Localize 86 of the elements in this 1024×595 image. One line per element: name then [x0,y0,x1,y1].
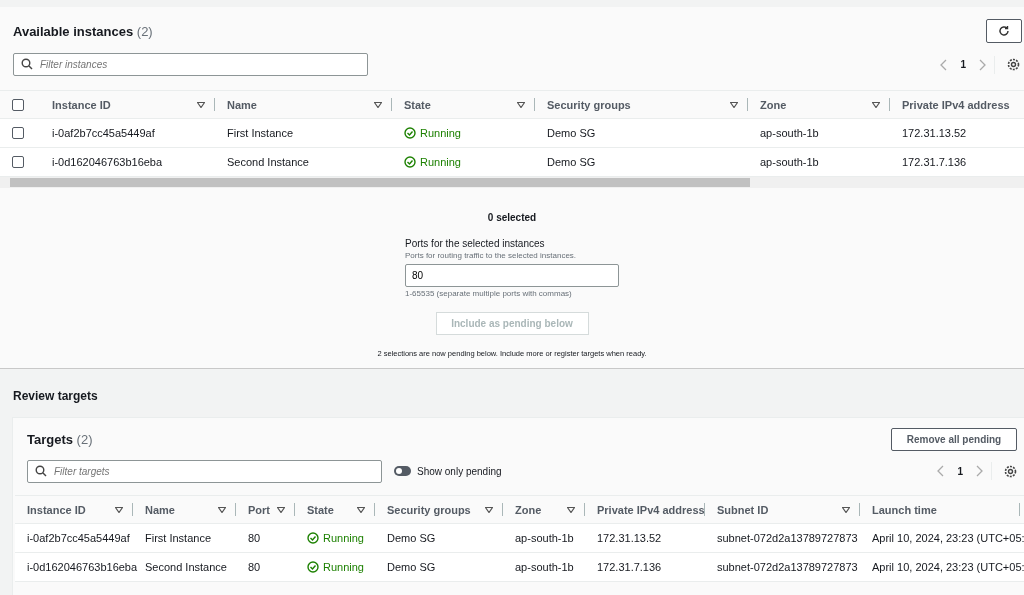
table-cell: subnet-072d2a13789727873 [717,532,858,544]
check-circle-icon [404,127,416,139]
table-cell: 80 [248,532,261,544]
table-cell: Second Instance [227,156,309,168]
table-cell: Demo SG [547,127,596,139]
table-cell: First Instance [145,532,212,544]
select-all-checkbox[interactable] [12,98,24,111]
table-cell: Demo SG [387,532,436,544]
column-header[interactable]: Name [215,91,392,118]
table-cell: 172.31.13.52 [597,532,662,544]
check-circle-icon [307,532,319,544]
table-cell: ap-south-1b [760,156,819,168]
card-title: Targets (2) [27,432,93,447]
sort-icon[interactable] [485,506,493,513]
search-icon [35,464,47,477]
column-header[interactable]: Security groups [375,496,503,523]
column-header[interactable]: State [295,496,375,523]
section-title: Available instances (2) [13,23,153,39]
check-circle-icon [307,561,319,573]
sort-icon[interactable] [197,101,205,108]
status-text: Running [420,127,461,139]
remove-all-pending-button[interactable]: Remove all pending [891,428,1017,451]
row-checkbox[interactable] [12,156,24,168]
table-cell: ap-south-1b [515,561,574,573]
sort-icon[interactable] [277,506,285,513]
table-cell: 172.31.7.136 [902,156,967,168]
toggle-switch[interactable] [394,466,411,476]
selected-count: 0 selected [487,212,537,223]
table-cell: i-0d162046763b16eba [52,156,163,168]
section-title: Review targets [13,389,99,403]
sort-icon[interactable] [872,101,880,108]
toggle-label: Show only pending [417,465,502,477]
table-cell: 172.31.13.52 [902,127,967,139]
sort-icon[interactable] [374,101,382,108]
column-header[interactable]: State [392,91,535,118]
column-header[interactable]: Private IPv4 address [890,91,1024,118]
search-field[interactable]: Filter targets [27,459,382,483]
field-constraint: 1-65535 (separate multiple ports with commas) [405,289,573,298]
table-cell: i-0d162046763b16eba [27,561,138,573]
table-cell: Demo SG [387,561,436,573]
table-cell: subnet-072d2a13789727873 [717,561,858,573]
table-cell: 80 [248,561,261,573]
horizontal-scrollbar[interactable] [0,177,1024,188]
column-header[interactable]: Instance ID [15,496,133,523]
table-cell: Second Instance [145,561,227,573]
table-cell: ap-south-1b [760,127,819,139]
column-header[interactable]: Launch time [860,496,1020,523]
check-circle-icon [404,156,416,168]
status-text: Running [323,561,364,573]
refresh-button[interactable] [986,19,1022,43]
sort-icon[interactable] [842,506,850,513]
column-header[interactable]: Subnet ID [705,496,860,523]
ports-field[interactable]: 80 [405,264,619,287]
sort-icon[interactable] [517,101,525,108]
status-text: Running [420,156,461,168]
refresh-icon [998,25,1010,37]
search-field[interactable]: Filter instances [13,53,368,76]
field-hint: Ports for routing traffic to the selected instances. [405,251,578,260]
sort-icon[interactable] [357,506,365,513]
column-header[interactable]: Name [133,496,236,523]
sort-icon[interactable] [115,506,123,513]
column-header[interactable]: Instance ID [40,91,215,118]
settings-icon[interactable] [1007,58,1020,71]
table-cell: Demo SG [547,156,596,168]
column-header[interactable]: Zone [503,496,585,523]
table-cell: April 10, 2024, 23:23 (UTC+05: [872,532,1024,544]
table-cell: i-0af2b7cc45a5449af [52,127,155,139]
table-cell: ap-south-1b [515,532,574,544]
column-header[interactable]: Port [236,496,295,523]
field-label: Ports for the selected instances [405,238,546,249]
status-text: Running [323,532,364,544]
sort-icon[interactable] [730,101,738,108]
column-header[interactable]: Zone [748,91,890,118]
table-cell: April 10, 2024, 23:23 (UTC+05: [872,561,1024,573]
column-header[interactable]: Security groups [535,91,748,118]
page-number[interactable]: 1 [960,59,966,70]
table-cell: 172.31.7.136 [597,561,662,573]
table-cell: i-0af2b7cc45a5449af [27,532,130,544]
search-icon [21,58,33,70]
sort-icon[interactable] [218,506,226,513]
sort-icon[interactable] [567,506,575,513]
settings-icon[interactable] [1004,464,1017,478]
page-number[interactable]: 1 [957,465,963,477]
table-cell: First Instance [227,127,294,139]
row-checkbox[interactable] [12,127,24,139]
column-header[interactable]: Private IPv4 address [585,496,705,523]
